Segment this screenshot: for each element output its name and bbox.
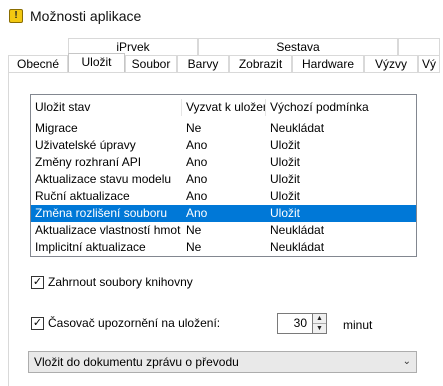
list-item-default: Uložit [270, 206, 301, 220]
timer-minutes-input[interactable]: 30 [277, 313, 313, 334]
column-header-default[interactable]: Výchozí podmínka [265, 99, 416, 116]
title-bar: ! Možnosti aplikace [0, 0, 443, 32]
list-item[interactable]: Aktualizace vlastností hmotnosti Ne Neuk… [31, 222, 416, 239]
list-item-default: Neukládat [270, 121, 325, 135]
list-item-prompt: Ne [186, 240, 202, 254]
tab-barvy[interactable]: Barvy [177, 55, 229, 72]
list-item[interactable]: Aktualizace stavu modelu Ano Uložit [31, 171, 416, 188]
timer-unit-label: minut [343, 318, 373, 332]
list-item[interactable]: Uživatelské úpravy Ano Uložit [31, 137, 416, 154]
timer-checkbox[interactable]: ✓ [31, 317, 44, 330]
list-item-prompt: Ano [186, 172, 208, 186]
spin-down-icon[interactable]: ▼ [313, 324, 326, 333]
list-item-default: Uložit [270, 172, 301, 186]
list-item-default: Uložit [270, 155, 301, 169]
tab-soubor[interactable]: Soubor [125, 55, 177, 72]
spin-up-icon[interactable]: ▲ [313, 314, 326, 324]
save-state-list[interactable]: Uložit stav Vyzvat k uložení Výchozí pod… [30, 94, 417, 257]
tab-ulozit[interactable]: Uložit [68, 53, 125, 72]
conversion-report-dropdown[interactable]: Vložit do dokumentu zprávu o převodu ⌄ [28, 351, 417, 373]
list-item-prompt: Ne [186, 121, 202, 135]
tab-zobrazit[interactable]: Zobrazit [229, 55, 292, 72]
dropdown-value: Vložit do dokumentu zprávu o převodu [34, 355, 239, 369]
list-item-state: Uživatelské úpravy [35, 138, 136, 152]
list-item-default: Neukládat [270, 223, 325, 237]
list-item-prompt: Ano [186, 189, 208, 203]
tab-hardware[interactable]: Hardware [292, 55, 364, 72]
list-item-state: Změna rozlišení souboru [35, 206, 168, 220]
include-libraries-checkbox[interactable]: ✓ [31, 276, 44, 289]
list-item-state: Implicitní aktualizace [35, 240, 146, 254]
list-item[interactable]: Migrace Ne Neukládat [31, 120, 416, 137]
list-item-state: Migrace [35, 121, 78, 135]
list-item-prompt: Ano [186, 138, 208, 152]
list-item[interactable]: Ruční aktualizace Ano Uložit [31, 188, 416, 205]
tab-obecne[interactable]: Obecné [8, 55, 68, 72]
tab-vy-partial[interactable]: Vý [418, 55, 440, 72]
column-header-prompt[interactable]: Vyzvat k uložení [181, 99, 265, 116]
app-icon: ! [9, 9, 23, 23]
list-item-state: Ruční aktualizace [35, 189, 130, 203]
tab-top-overflow[interactable] [398, 38, 440, 55]
list-item[interactable]: Změny rozhraní API Ano Uložit [31, 154, 416, 171]
list-item-selected[interactable]: Změna rozlišení souboru Ano Uložit [31, 205, 416, 222]
tab-vyzvy[interactable]: Výzvy [364, 55, 418, 72]
list-item-default: Neukládat [270, 240, 325, 254]
list-item-state: Aktualizace stavu modelu [35, 172, 172, 186]
list-item-default: Uložit [270, 138, 301, 152]
list-item-default: Uložit [270, 189, 301, 203]
list-item-prompt: Ne [186, 223, 202, 237]
list-header: Uložit stav Vyzvat k uložení Výchozí pod… [31, 99, 416, 116]
column-header-save-state[interactable]: Uložit stav [31, 99, 181, 116]
tab-row-bottom: Obecné Uložit Soubor Barvy Zobrazit Hard… [8, 53, 440, 72]
list-item-state: Změny rozhraní API [35, 155, 142, 169]
chevron-down-icon: ⌄ [402, 356, 411, 367]
include-libraries-label[interactable]: Zahrnout soubory knihovny [48, 275, 193, 289]
timer-label[interactable]: Časovač upozornění na uložení: [48, 316, 220, 330]
tab-sestava[interactable]: Sestava [198, 38, 398, 55]
list-item-prompt: Ano [186, 155, 208, 169]
list-item-prompt: Ano [186, 206, 208, 220]
list-item-state: Aktualizace vlastností hmotnosti [35, 223, 181, 237]
list-item[interactable]: Implicitní aktualizace Ne Neukládat [31, 239, 416, 256]
window-title: Možnosti aplikace [30, 8, 142, 24]
timer-spinner: ▲ ▼ [312, 313, 327, 334]
